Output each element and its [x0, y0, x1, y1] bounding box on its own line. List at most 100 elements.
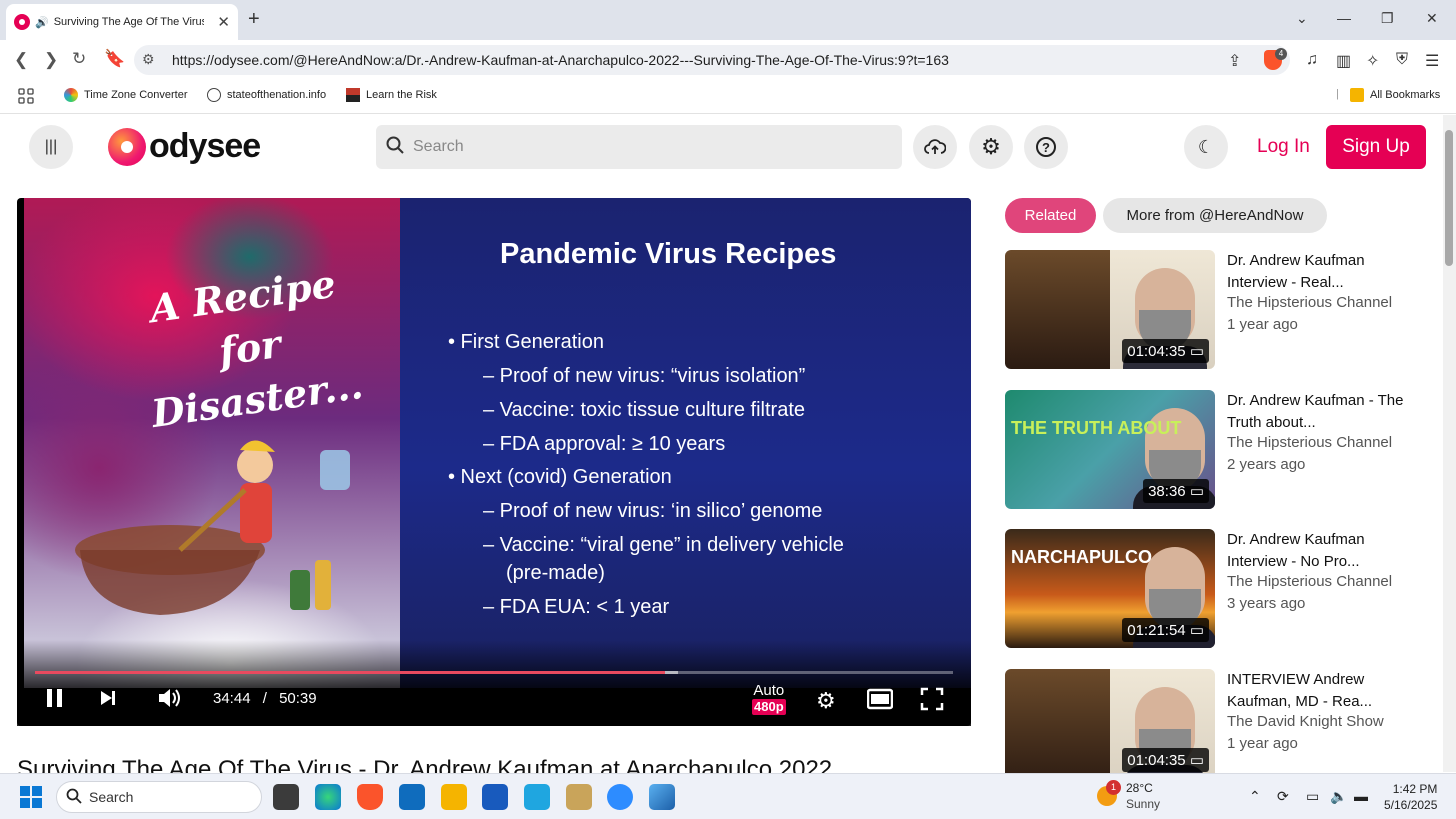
bookmark-learn-the-risk[interactable]: Learn the Risk	[346, 88, 437, 102]
bookmark-stateofthenation[interactable]: stateofthenation.info	[207, 88, 326, 102]
thumbnail-text: NARCHAPULCO	[1011, 547, 1152, 567]
tab-more-from-channel[interactable]: More from @HereAndNow	[1103, 198, 1327, 233]
maximize-icon[interactable]: ❐	[1381, 10, 1394, 27]
task-view-icon[interactable]	[273, 784, 299, 810]
fullscreen-button[interactable]	[920, 687, 944, 716]
learn-the-risk-favicon-icon	[346, 88, 360, 102]
share-icon[interactable]: ⇪	[1228, 51, 1241, 71]
forward-icon[interactable]: ❯	[44, 50, 58, 70]
back-icon[interactable]: ❮	[14, 50, 28, 70]
upload-button[interactable]	[913, 125, 957, 169]
outlook-icon[interactable]	[399, 784, 425, 810]
zoom-icon[interactable]	[607, 784, 633, 810]
vpn-icon[interactable]: ⛨	[1396, 51, 1408, 69]
slide-bullet: – Vaccine: toxic tissue culture filtrate	[483, 399, 805, 421]
odysee-logo-icon	[108, 127, 146, 166]
video-thumbnail[interactable]: NARCHAPULCO 01:21:54 ▭	[1005, 529, 1215, 648]
related-video-channel[interactable]: The David Knight Show	[1227, 713, 1384, 730]
video-thumbnail[interactable]: 01:04:35 ▭	[1005, 250, 1215, 369]
menu-button[interactable]: |||	[29, 125, 73, 169]
signup-button[interactable]: Sign Up	[1326, 125, 1426, 169]
related-video-item[interactable]: THE TRUTH ABOUT 38:36 ▭ Dr. Andrew Kaufm…	[1005, 390, 1435, 510]
related-video-date: 1 year ago	[1227, 735, 1298, 752]
bookmark-time-zone-converter[interactable]: Time Zone Converter	[64, 88, 188, 102]
pause-button[interactable]	[44, 687, 66, 714]
taskbar-clock[interactable]: 1:42 PM 5/16/2025	[1384, 781, 1437, 813]
speaker-icon[interactable]: 🔈	[1330, 788, 1347, 805]
search-icon	[386, 136, 404, 159]
quality-auto: Auto	[753, 682, 785, 699]
fullscreen-icon	[920, 687, 944, 711]
help-button[interactable]: ?	[1024, 125, 1068, 169]
photos-icon[interactable]	[649, 784, 675, 810]
weather-temperature[interactable]: 28°C	[1126, 781, 1153, 795]
slide-title: Pandemic Virus Recipes	[500, 238, 837, 270]
new-tab-icon[interactable]: +	[248, 8, 260, 31]
gear-icon: ⚙	[981, 134, 1001, 159]
theater-mode-icon	[866, 688, 894, 710]
related-video-channel[interactable]: The Hipsterious Channel	[1227, 294, 1392, 311]
video-thumbnail[interactable]: 01:04:35 ▭	[1005, 669, 1215, 773]
close-tab-icon[interactable]: ✕	[217, 13, 230, 31]
settings-button[interactable]: ⚙	[969, 125, 1013, 169]
minimize-icon[interactable]: —	[1337, 10, 1351, 26]
related-video-title[interactable]: INTERVIEW Andrew Kaufman, MD - Rea...	[1227, 669, 1427, 713]
progress-bar[interactable]	[35, 671, 953, 674]
video-thumbnail[interactable]: THE TRUTH ABOUT 38:36 ▭	[1005, 390, 1215, 509]
related-video-title[interactable]: Dr. Andrew Kaufman Interview - No Pro...	[1227, 529, 1427, 573]
theme-toggle-button[interactable]: ☾	[1184, 125, 1228, 169]
media-icon[interactable]: ♫	[1306, 51, 1318, 69]
related-video-item[interactable]: 01:04:35 ▭ Dr. Andrew Kaufman Interview …	[1005, 250, 1435, 370]
browser-tab[interactable]: 🔊 Surviving The Age Of The Virus ✕	[6, 4, 238, 40]
all-bookmarks-label: All Bookmarks	[1370, 89, 1441, 101]
next-button[interactable]	[99, 689, 117, 712]
windows-start-icon[interactable]	[20, 786, 42, 808]
reload-icon[interactable]: ↻	[72, 49, 86, 69]
bookmark-label: Learn the Risk	[366, 89, 437, 101]
close-window-icon[interactable]: ✕	[1426, 10, 1438, 27]
player-settings-gear-icon[interactable]: ⚙	[816, 688, 836, 714]
folder-icon	[1350, 88, 1364, 102]
file-explorer-icon[interactable]	[441, 784, 467, 810]
browser-menu-icon[interactable]: ☰	[1425, 51, 1439, 71]
volume-button[interactable]	[157, 687, 183, 714]
quality-button[interactable]: Auto 480p	[752, 683, 786, 715]
app-icon[interactable]	[566, 784, 592, 810]
tab-related[interactable]: Related	[1005, 198, 1096, 233]
edge-icon[interactable]	[315, 784, 341, 810]
video-duration: 01:04:35 ▭	[1122, 339, 1209, 363]
login-link[interactable]: Log In	[1257, 136, 1310, 158]
sync-icon[interactable]: ⟳	[1277, 788, 1289, 805]
tab-list-chevron-icon[interactable]: ⌄	[1296, 10, 1308, 27]
menu-icon: |||	[44, 138, 58, 155]
all-bookmarks[interactable]: All Bookmarks	[1350, 88, 1440, 102]
related-video-item[interactable]: NARCHAPULCO 01:21:54 ▭ Dr. Andrew Kaufma…	[1005, 529, 1435, 649]
url-text[interactable]: https://odysee.com/@HereAndNow:a/Dr.-And…	[172, 52, 949, 68]
tray-chevron-icon[interactable]: ⌃	[1249, 788, 1261, 805]
related-video-item[interactable]: 01:04:35 ▭ INTERVIEW Andrew Kaufman, MD …	[1005, 669, 1435, 773]
current-time: 34:44	[213, 690, 251, 707]
scrollbar-thumb[interactable]	[1445, 130, 1453, 266]
related-video-channel[interactable]: The Hipsterious Channel	[1227, 573, 1392, 590]
bookmark-label: stateofthenation.info	[227, 89, 327, 101]
speaker-icon[interactable]: 🔊	[35, 16, 49, 29]
search-input[interactable]	[413, 131, 883, 163]
site-info-icon[interactable]: ⚙	[142, 51, 155, 68]
weather-condition[interactable]: Sunny	[1126, 797, 1160, 811]
battery-icon[interactable]: ▬	[1354, 788, 1368, 804]
word-icon[interactable]	[482, 784, 508, 810]
network-icon[interactable]: ▭	[1306, 788, 1319, 805]
taskbar-search[interactable]	[56, 781, 262, 813]
leo-ai-icon[interactable]: ✧	[1366, 51, 1379, 71]
odysee-logo[interactable]: odysee	[108, 127, 261, 166]
related-video-channel[interactable]: The Hipsterious Channel	[1227, 434, 1392, 451]
sidebar-icon[interactable]: ▥	[1336, 51, 1351, 71]
brave-taskbar-icon[interactable]	[357, 784, 383, 810]
related-video-title[interactable]: Dr. Andrew Kaufman - The Truth about...	[1227, 390, 1427, 434]
apps-grid-icon[interactable]	[18, 88, 34, 104]
store-icon[interactable]	[524, 784, 550, 810]
bookmark-icon[interactable]: 🔖	[104, 49, 125, 69]
theater-mode-button[interactable]	[866, 688, 894, 715]
pause-icon	[47, 689, 62, 707]
related-video-title[interactable]: Dr. Andrew Kaufman Interview - Real...	[1227, 250, 1427, 294]
